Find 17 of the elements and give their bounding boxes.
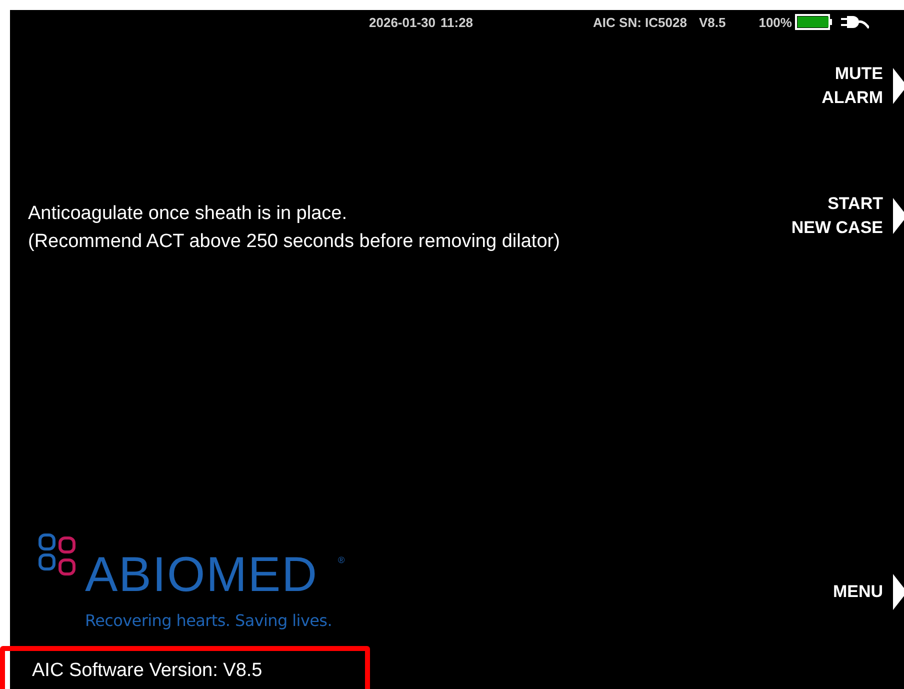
instruction-message: Anticoagulate once sheath is in place. (Recommend ACT above 250 seconds before removing dilator) bbox=[28, 202, 561, 254]
battery-percent: 100% bbox=[758, 14, 792, 30]
date-text: 2026-01-30 bbox=[369, 14, 436, 30]
arrow-icon bbox=[893, 68, 904, 104]
version-text: V8.5 bbox=[698, 14, 726, 30]
arrow-icon bbox=[893, 574, 904, 610]
logo-tagline: Recovering hearts. Saving lives. bbox=[85, 611, 332, 630]
registered-mark: ® bbox=[338, 555, 345, 565]
soft-key-button[interactable]: MUTE ALARM bbox=[822, 62, 904, 110]
time-text: 11:28 bbox=[440, 14, 474, 30]
battery-icon bbox=[794, 14, 833, 30]
soft-key-button[interactable]: MENU bbox=[832, 574, 904, 610]
software-version-text: AIC Software Version: V8.5 bbox=[0, 646, 370, 689]
arrow-icon bbox=[893, 198, 904, 234]
logo-wordmark: ABIOMED bbox=[85, 551, 318, 600]
soft-key-button[interactable]: START NEW CASE bbox=[791, 192, 904, 240]
serial-number: AIC SN: IC5028 bbox=[593, 14, 687, 30]
